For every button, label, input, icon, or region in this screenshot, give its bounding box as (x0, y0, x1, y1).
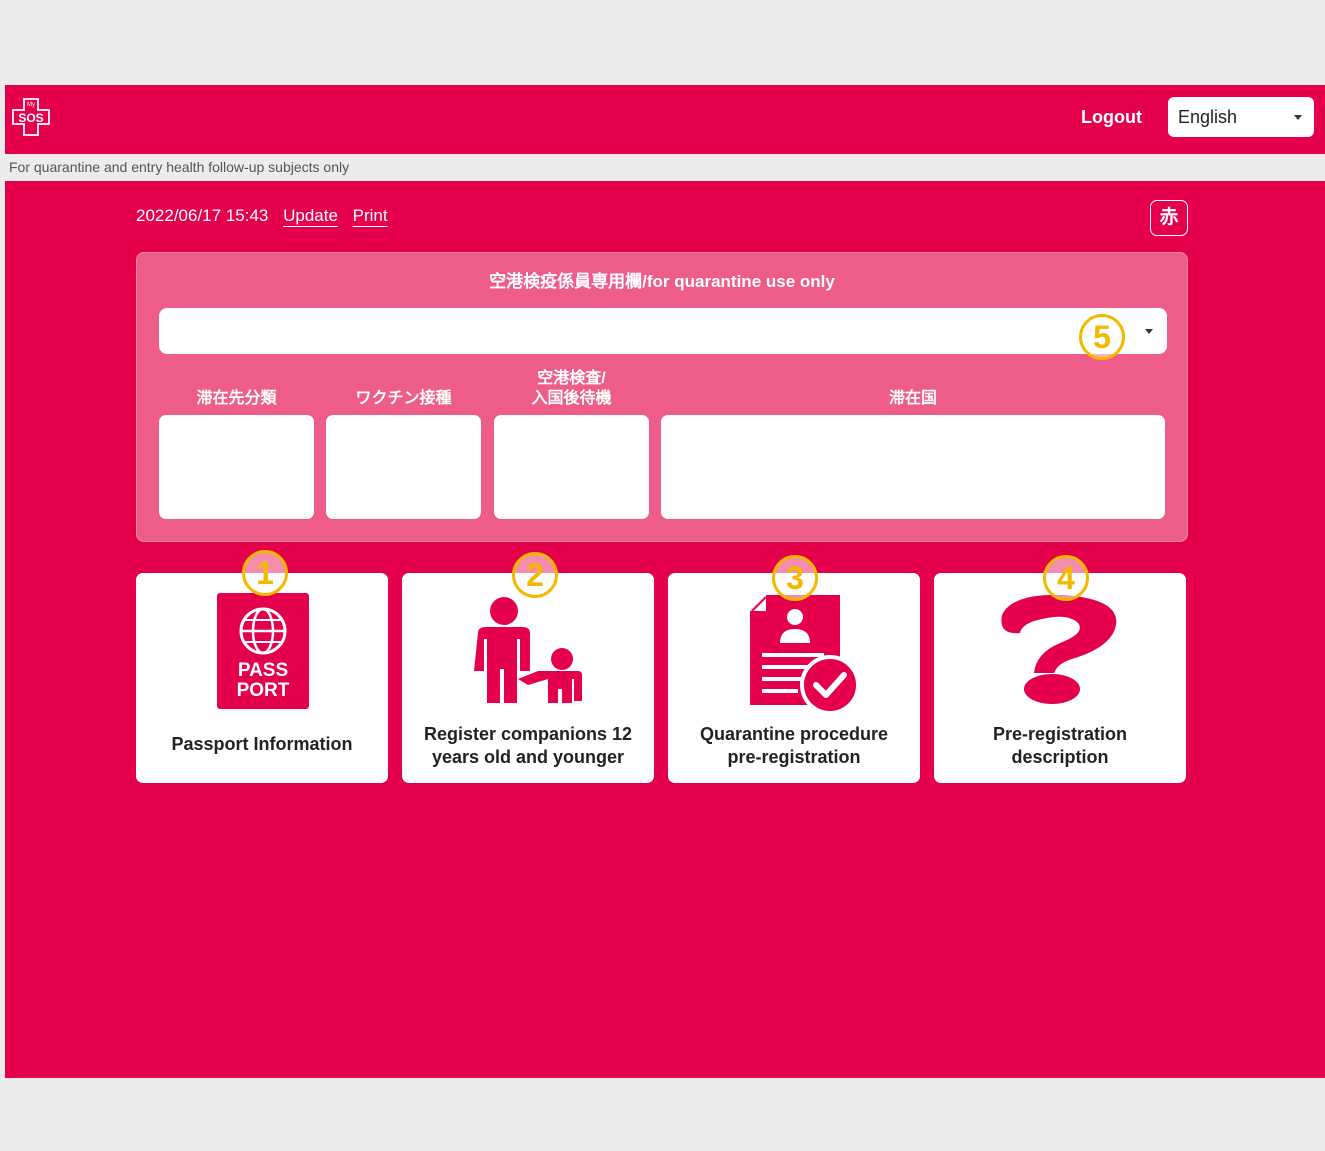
logout-link[interactable]: Logout (1081, 107, 1142, 128)
vaccination-field[interactable] (326, 415, 481, 519)
column-label-line: ワクチン接種 (355, 390, 452, 407)
card-label-line: pre-registration (727, 747, 861, 767)
card-label-line: description (1011, 747, 1109, 767)
question-mark-icon (1001, 594, 1117, 704)
column-label-line: 空港検査/ (537, 370, 606, 387)
language-select[interactable]: English (1168, 97, 1314, 137)
my-sos-logo[interactable]: My SOS (9, 95, 53, 139)
card-label: Quarantine procedure pre-registration (668, 723, 920, 769)
column-label-airport-test: 空港検査/ 入国後待機 (494, 369, 649, 409)
stay-category-field[interactable] (159, 415, 314, 519)
column-label-stay-country: 滞在国 (661, 389, 1165, 409)
logo-text: SOS (18, 111, 43, 125)
print-link[interactable]: Print (353, 206, 388, 225)
card-label-line: Quarantine procedure (699, 724, 889, 744)
card-label: Passport Information (136, 733, 388, 756)
parent-child-icon (474, 597, 582, 703)
annotation-badge-2: 2 (512, 552, 558, 598)
card-label-line: Passport Information (171, 734, 353, 754)
language-selected-value: English (1178, 107, 1238, 127)
quarantine-status-select[interactable] (159, 308, 1167, 354)
chevron-down-icon (1145, 329, 1153, 334)
column-label-vaccination: ワクチン接種 (326, 389, 481, 409)
column-label-stay-category: 滞在先分類 (159, 389, 314, 409)
header: My SOS Logout English (5, 85, 1325, 154)
card-passport-information[interactable]: PASS PORT Passport Information 1 (136, 550, 388, 783)
airport-test-field[interactable] (494, 415, 649, 519)
passport-icon-text: PORT (237, 680, 290, 701)
stay-country-field[interactable] (661, 415, 1165, 519)
card-quarantine-procedure[interactable]: Quarantine procedure pre-registration 3 (668, 555, 920, 783)
quarantine-panel-title: 空港検疫係員専用欄/for quarantine use only (489, 272, 835, 291)
annotation-badge-5: 5 (1079, 314, 1125, 360)
card-label: Register companions 12 years old and you… (402, 723, 654, 769)
annotation-badge-3: 3 (772, 555, 818, 601)
column-label-line: 滞在先分類 (196, 390, 277, 407)
card-pre-registration-description[interactable]: Pre-registration description 4 (934, 555, 1186, 783)
card-label-line: years old and younger (431, 747, 625, 767)
logo-small-text: My (27, 102, 35, 108)
chevron-down-icon (1294, 115, 1302, 120)
red-mode-button[interactable]: 赤 (1150, 200, 1188, 236)
card-register-companions[interactable]: Register companions 12 years old and you… (402, 552, 654, 783)
timestamp: 2022/06/17 15:43 (136, 206, 269, 225)
meta-bar: 2022/06/17 15:43 Update Print (136, 206, 398, 226)
passport-icon: PASS PORT (217, 593, 309, 709)
card-label-line: Register companions 12 (423, 724, 633, 744)
annotation-badge-1: 1 (242, 550, 288, 596)
quarantine-panel: 空港検疫係員専用欄/for quarantine use only 5 滞在先分… (136, 252, 1188, 542)
card-label-line: Pre-registration (992, 724, 1128, 744)
update-link[interactable]: Update (283, 206, 338, 225)
annotation-badge-4: 4 (1043, 555, 1089, 601)
notice-bar: For quarantine and entry health follow-u… (5, 154, 1325, 181)
column-label-line: 入国後待機 (531, 390, 612, 407)
app-container: My SOS Logout English For quarantine and… (5, 85, 1325, 1078)
passport-icon-text: PASS (238, 660, 288, 681)
document-check-icon (750, 595, 860, 715)
card-label: Pre-registration description (934, 723, 1186, 769)
column-label-line: 滞在国 (888, 390, 937, 407)
